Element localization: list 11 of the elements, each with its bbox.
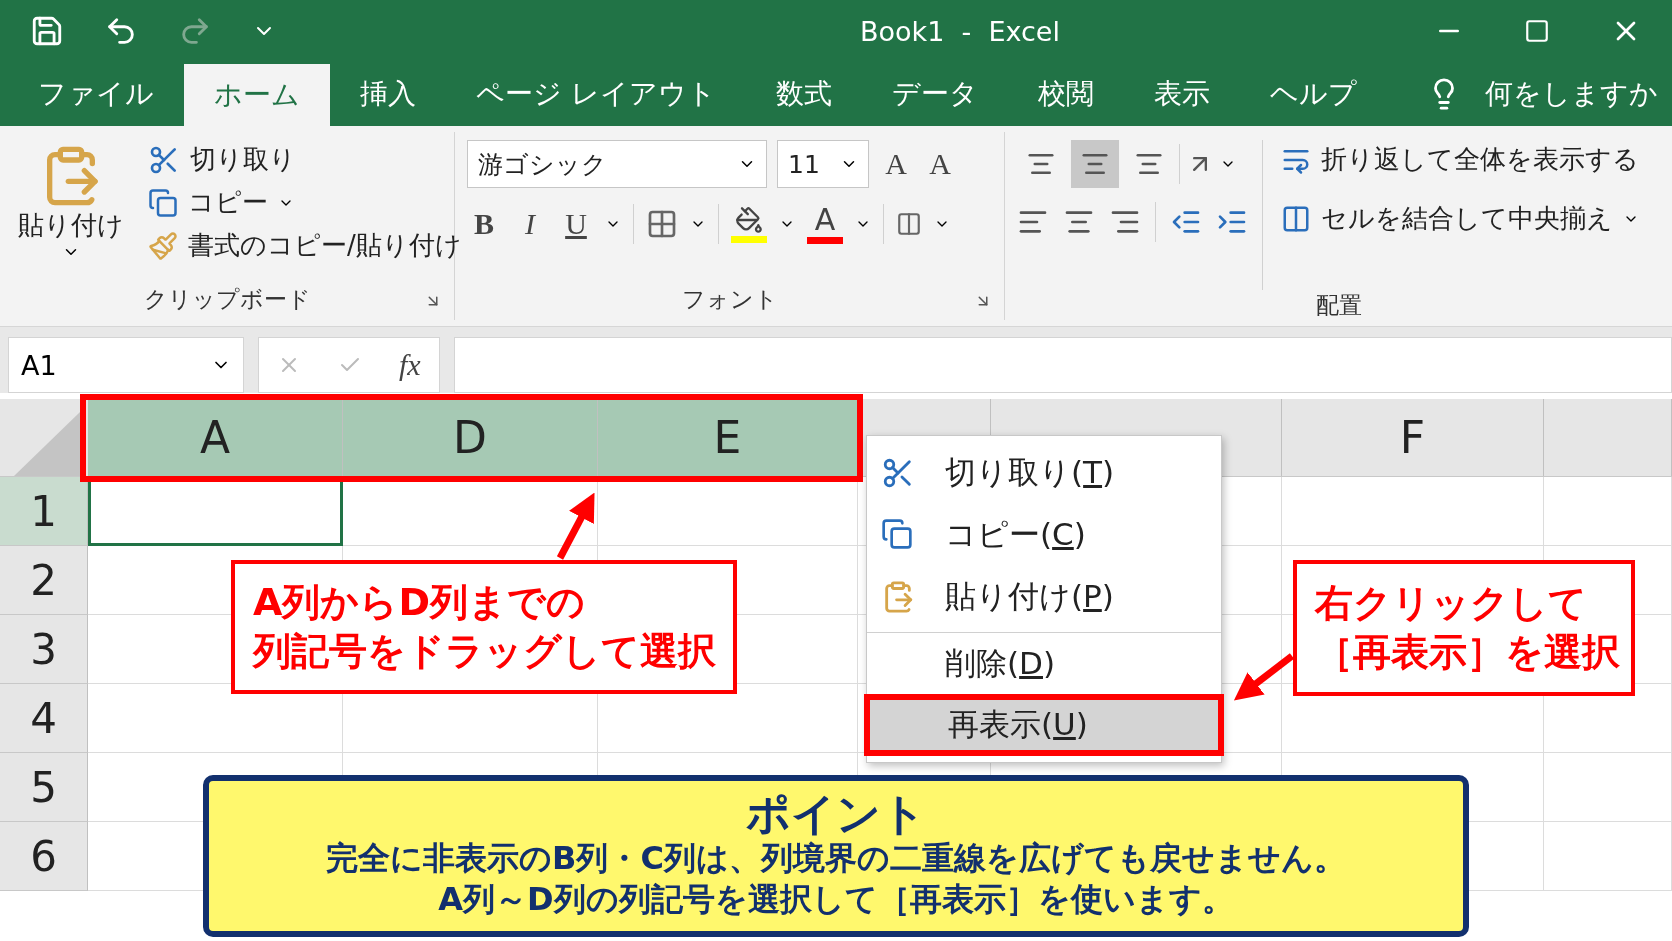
callout-text: ［再表示］を選択: [1315, 629, 1621, 676]
window-title: Book1 - Excel: [860, 15, 1061, 47]
callout-text: 列記号をドラッグして選択: [253, 628, 717, 675]
point-title: ポイント: [746, 791, 926, 838]
group-label: クリップボード: [143, 284, 311, 314]
point-text: A列～D列の列記号を選択して［再表示］を使います。: [438, 879, 1234, 921]
callout-text: 右クリックして: [1315, 579, 1588, 627]
group-label: フォント: [681, 284, 778, 314]
point-text: 完全に非表示のB列・C列は、列境界の二重線を広げても戻せません。: [326, 837, 1346, 879]
callout-text: A列からD列までの: [253, 578, 586, 626]
group-label: 配置: [1315, 290, 1362, 320]
